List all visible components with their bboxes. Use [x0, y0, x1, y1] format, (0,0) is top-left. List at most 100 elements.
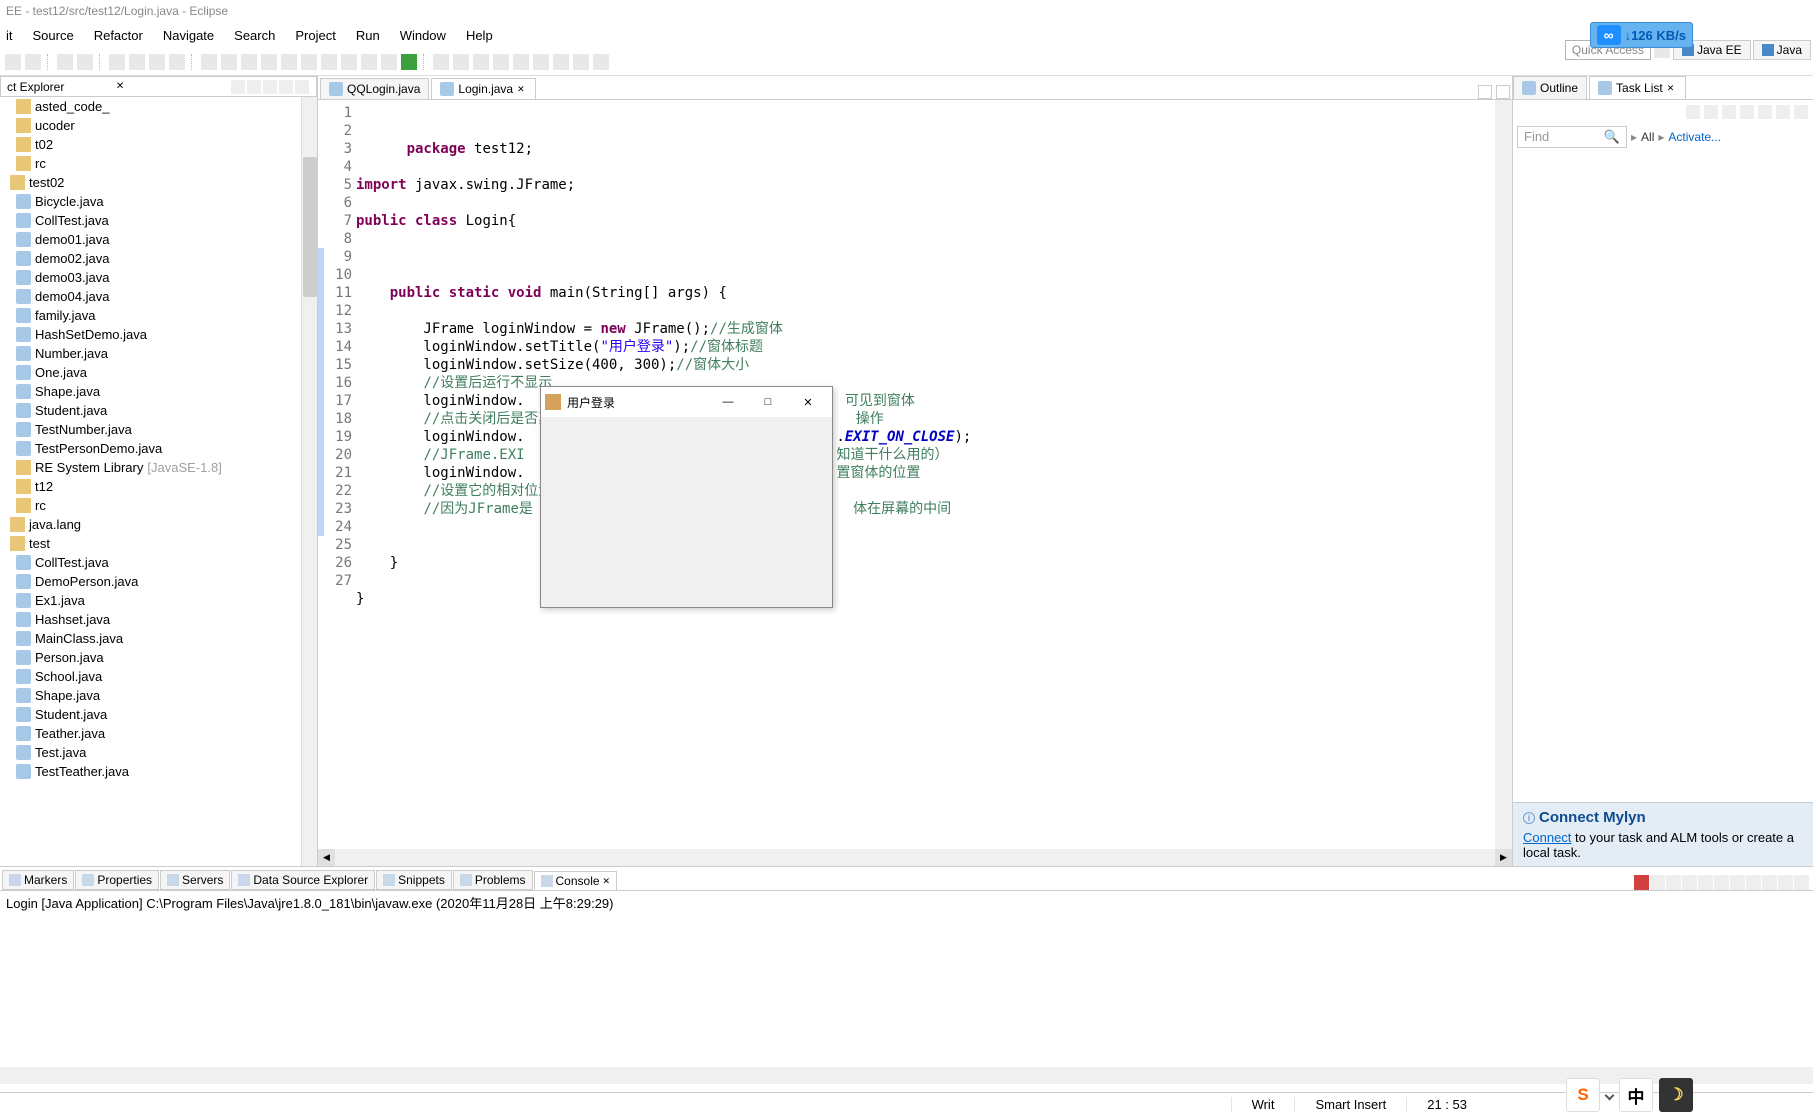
- scroll-lock-icon[interactable]: [1714, 875, 1729, 890]
- chevron-down-icon[interactable]: [1605, 1090, 1615, 1100]
- link-editor-icon[interactable]: [247, 80, 261, 94]
- vertical-scrollbar[interactable]: [301, 97, 317, 866]
- console-icon[interactable]: [1682, 875, 1697, 890]
- project-tree[interactable]: asted_code_ucodert02rctest02Bicycle.java…: [0, 97, 317, 781]
- close-icon[interactable]: ✕: [603, 876, 611, 887]
- find-input[interactable]: Find 🔍: [1517, 126, 1627, 148]
- toolbar-icon[interactable]: [341, 54, 357, 70]
- toolbar-icon[interactable]: [201, 54, 217, 70]
- new-icon[interactable]: [5, 54, 21, 70]
- toolbar-icon[interactable]: [241, 54, 257, 70]
- tab-outline[interactable]: Outline: [1513, 76, 1587, 99]
- bottom-tab-problems[interactable]: Problems: [453, 870, 533, 890]
- tree-item[interactable]: test02: [0, 173, 317, 192]
- toolbar-icon[interactable]: [553, 54, 569, 70]
- close-icon[interactable]: ✕: [517, 84, 527, 94]
- view-menu-icon[interactable]: [263, 80, 277, 94]
- tree-item[interactable]: TestTeather.java: [0, 762, 317, 781]
- tree-item[interactable]: Shape.java: [0, 382, 317, 401]
- open-console-icon[interactable]: [1762, 875, 1777, 890]
- bottom-tab-console[interactable]: Console ✕: [534, 871, 618, 890]
- console-icon[interactable]: [1698, 875, 1713, 890]
- toolbar-icon[interactable]: [301, 54, 317, 70]
- toolbar-icon[interactable]: [281, 54, 297, 70]
- tree-item[interactable]: java.lang: [0, 515, 317, 534]
- tree-item[interactable]: Person.java: [0, 648, 317, 667]
- step-into-icon[interactable]: [149, 54, 165, 70]
- tree-item[interactable]: test: [0, 534, 317, 553]
- toolbar-icon[interactable]: [361, 54, 377, 70]
- tree-item[interactable]: Student.java: [0, 401, 317, 420]
- minimize-icon[interactable]: [279, 80, 293, 94]
- minimize-button[interactable]: —: [708, 388, 748, 416]
- tree-item[interactable]: ucoder: [0, 116, 317, 135]
- tree-item[interactable]: MainClass.java: [0, 629, 317, 648]
- tree-item[interactable]: CollTest.java: [0, 553, 317, 572]
- toolbar-icon[interactable]: [453, 54, 469, 70]
- close-view-icon[interactable]: ✕: [116, 81, 124, 92]
- toolbar-icon[interactable]: [433, 54, 449, 70]
- task-icon[interactable]: [1740, 105, 1754, 119]
- dialog-titlebar[interactable]: 用户登录 — □ ✕: [541, 387, 832, 417]
- menu-search[interactable]: Search: [226, 26, 283, 45]
- toolbar-icon[interactable]: [573, 54, 589, 70]
- step-return-icon[interactable]: [169, 54, 185, 70]
- toolbar-icon[interactable]: [593, 54, 609, 70]
- bottom-tab-servers[interactable]: Servers: [160, 870, 230, 890]
- new-task-icon[interactable]: [1686, 105, 1700, 119]
- perspective-java[interactable]: Java: [1753, 40, 1811, 60]
- sync-icon[interactable]: [1704, 105, 1718, 119]
- menu-refactor[interactable]: Refactor: [86, 26, 151, 45]
- tree-item[interactable]: RE System Library [JavaSE-1.8]: [0, 458, 317, 477]
- terminate-icon[interactable]: [1634, 875, 1649, 890]
- console-output[interactable]: [0, 914, 1813, 1067]
- tree-item[interactable]: demo02.java: [0, 249, 317, 268]
- maximize-button[interactable]: □: [748, 388, 788, 416]
- tree-item[interactable]: Hashset.java: [0, 610, 317, 629]
- tree-item[interactable]: Shape.java: [0, 686, 317, 705]
- tree-item[interactable]: Student.java: [0, 705, 317, 724]
- menu-source[interactable]: Source: [25, 26, 82, 45]
- toolbar-icon[interactable]: [473, 54, 489, 70]
- toolbar-icon[interactable]: [321, 54, 337, 70]
- maximize-editor-icon[interactable]: [1496, 85, 1510, 99]
- maximize-icon[interactable]: [1794, 875, 1809, 890]
- scroll-left-icon[interactable]: ◀: [318, 849, 335, 866]
- tree-item[interactable]: CollTest.java: [0, 211, 317, 230]
- toolbar-icon[interactable]: [381, 54, 397, 70]
- menu-run[interactable]: Run: [348, 26, 388, 45]
- toolbar-icon[interactable]: [533, 54, 549, 70]
- tree-item[interactable]: demo01.java: [0, 230, 317, 249]
- horizontal-scrollbar[interactable]: [0, 1067, 1813, 1084]
- bottom-tab-snippets[interactable]: Snippets: [376, 870, 452, 890]
- tree-item[interactable]: rc: [0, 154, 317, 173]
- debug-icon[interactable]: [57, 54, 73, 70]
- close-icon[interactable]: ✕: [1667, 83, 1677, 93]
- run-green-icon[interactable]: [401, 54, 417, 70]
- connect-link[interactable]: Connect: [1523, 830, 1571, 845]
- minimize-editor-icon[interactable]: [1478, 85, 1492, 99]
- collapse-icon[interactable]: [231, 80, 245, 94]
- menu-help[interactable]: Help: [458, 26, 501, 45]
- tree-item[interactable]: asted_code_: [0, 97, 317, 116]
- step-over-icon[interactable]: [129, 54, 145, 70]
- night-mode-icon[interactable]: ☽: [1659, 1078, 1693, 1112]
- tree-item[interactable]: DemoPerson.java: [0, 572, 317, 591]
- activate-link[interactable]: Activate...: [1668, 130, 1721, 144]
- running-app-window[interactable]: 用户登录 — □ ✕: [540, 386, 833, 608]
- tree-item[interactable]: demo03.java: [0, 268, 317, 287]
- tree-item[interactable]: Teather.java: [0, 724, 317, 743]
- tree-item[interactable]: family.java: [0, 306, 317, 325]
- maximize-icon[interactable]: [295, 80, 309, 94]
- display-icon[interactable]: [1746, 875, 1761, 890]
- bottom-tab-properties[interactable]: Properties: [75, 870, 159, 890]
- editor-tab[interactable]: QQLogin.java: [320, 78, 429, 99]
- minimize-icon[interactable]: [1778, 875, 1793, 890]
- tree-item[interactable]: Bicycle.java: [0, 192, 317, 211]
- editor-tab[interactable]: Login.java✕: [431, 78, 536, 99]
- tree-item[interactable]: School.java: [0, 667, 317, 686]
- code-editor[interactable]: 1234567891011121314151617181920212223242…: [318, 100, 1512, 849]
- tree-item[interactable]: Number.java: [0, 344, 317, 363]
- scroll-right-icon[interactable]: ▶: [1495, 849, 1512, 866]
- collapse-icon[interactable]: [1776, 105, 1790, 119]
